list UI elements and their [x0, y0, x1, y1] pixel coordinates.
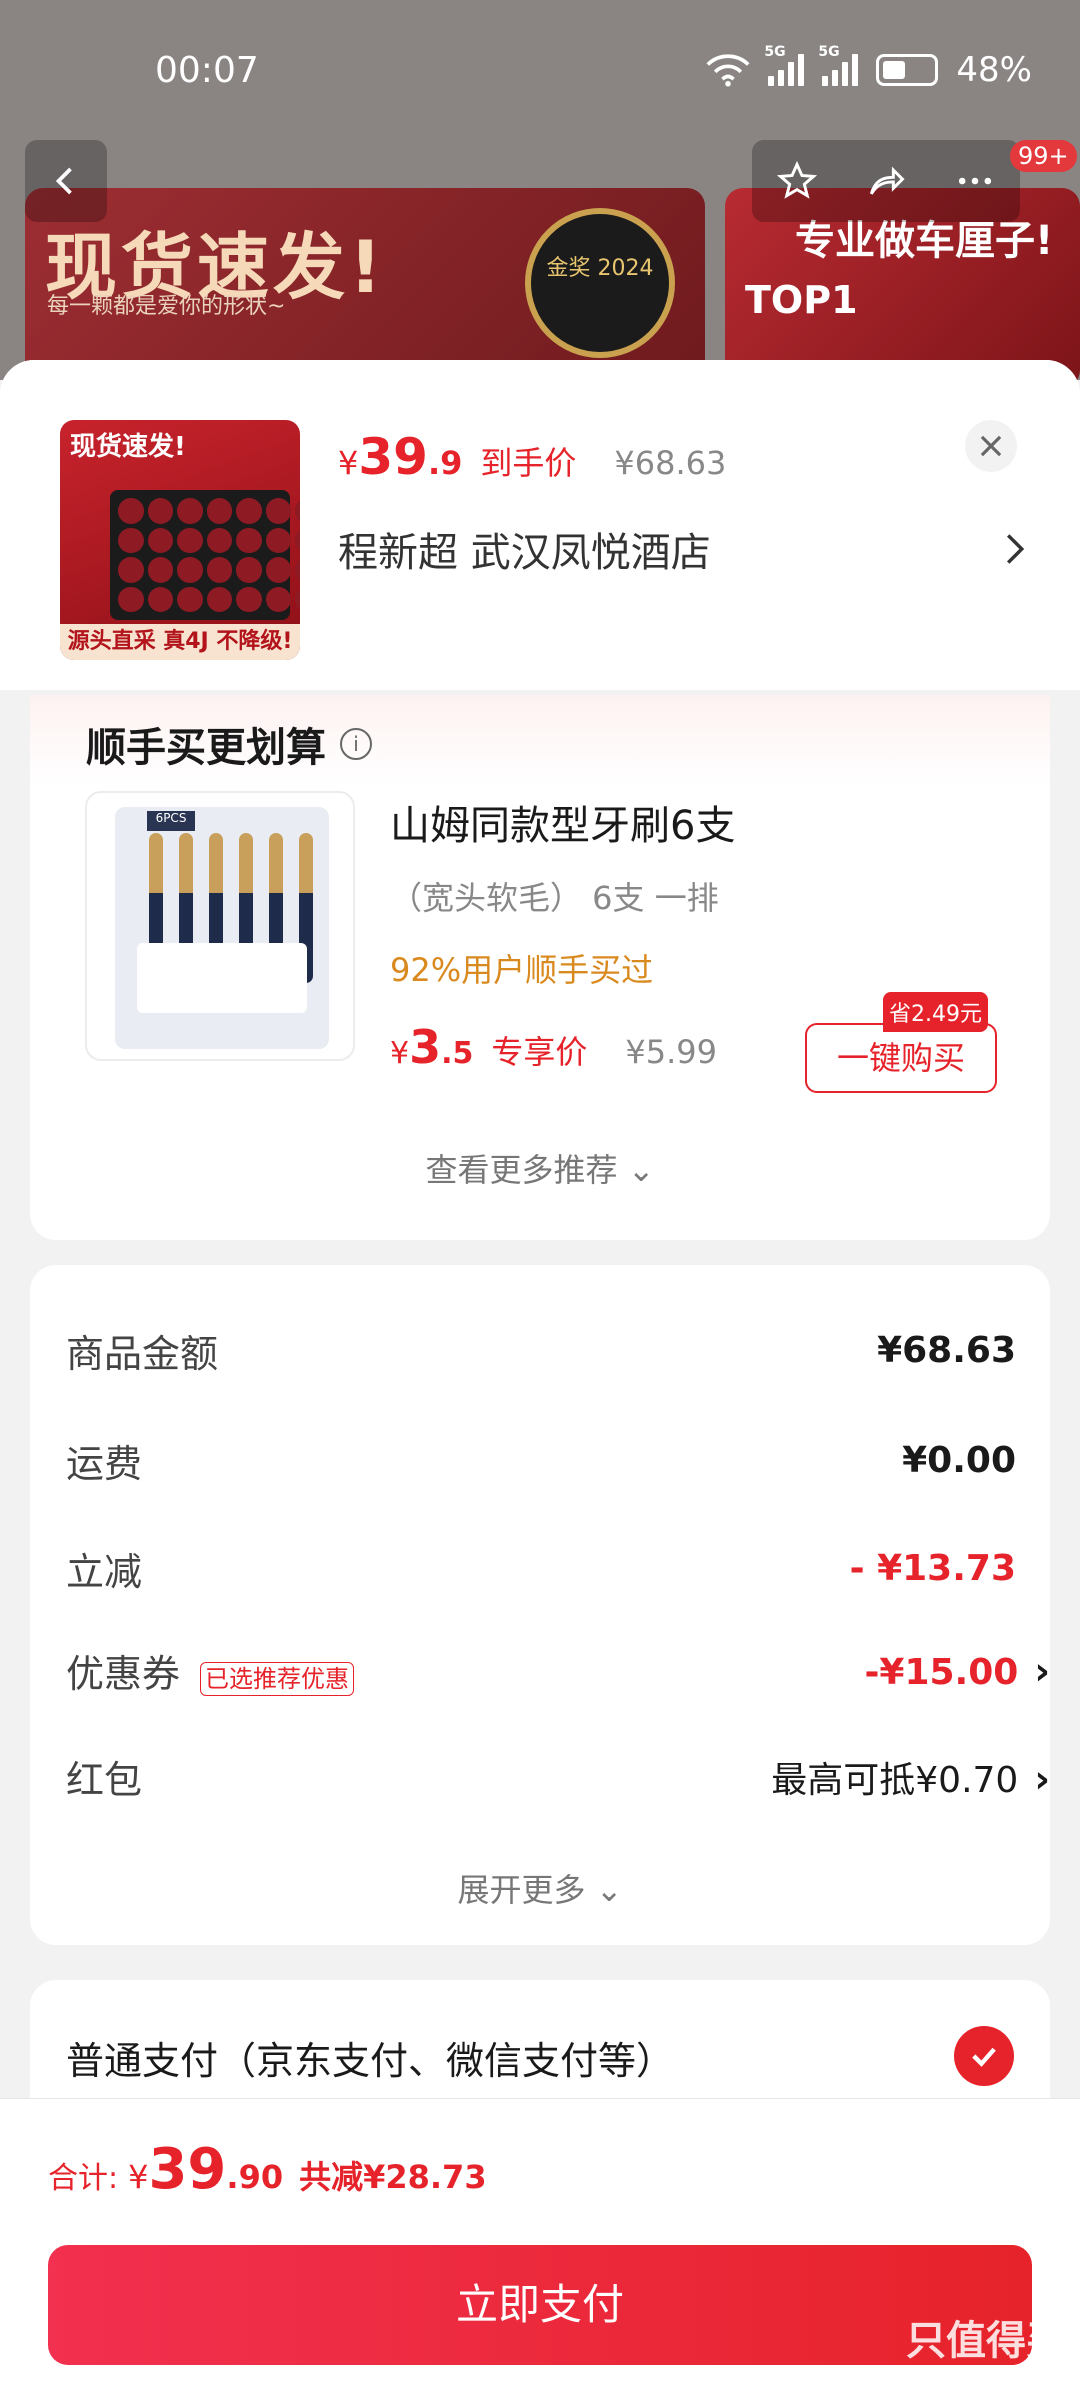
- pay-now-button[interactable]: 立即支付: [48, 2245, 1032, 2365]
- bottom-bar: 合计: ¥ 39 .90 共减¥28.73 立即支付 只值得买 zhizhizh…: [0, 2098, 1080, 2400]
- original-price: ¥68.63: [614, 444, 727, 482]
- one-click-buy-button[interactable]: 一键购买: [805, 1023, 997, 1093]
- chevron-right-icon: ›: [1034, 1756, 1050, 1801]
- gold-medal-badge: 金奖 2024: [525, 208, 675, 358]
- shipping-value: ¥0.00: [902, 1440, 1016, 1481]
- notification-badge: 99+: [1010, 140, 1077, 172]
- total-row: 合计: ¥ 39 .90 共减¥28.73: [48, 2137, 487, 2202]
- final-price: ¥ 39 .9 到手价 ¥68.63: [338, 428, 726, 486]
- goods-amount-value: ¥68.63: [877, 1330, 1016, 1371]
- total-label: 合计:: [48, 2161, 119, 2196]
- info-icon[interactable]: i: [340, 728, 372, 760]
- cherry-box-image: [110, 490, 300, 620]
- more-recommend-text: 查看更多推荐: [425, 1151, 618, 1189]
- redpacket-value: 最高可抵¥0.70: [771, 1759, 1019, 1801]
- expand-more-link[interactable]: 展开更多 ⌄: [30, 1865, 1050, 1911]
- network-type: 5G: [764, 44, 786, 60]
- check-icon[interactable]: [954, 2026, 1014, 2086]
- coupon-tag: 已选推荐优惠: [200, 1662, 355, 1696]
- expand-more-text: 展开更多: [457, 1871, 586, 1909]
- more-icon[interactable]: [953, 159, 997, 203]
- checkout-sheet: 现货速发! 源头直采 真4J 不降级! ¥ 39 .9 到手价 ¥68.63 程…: [0, 360, 1080, 2400]
- banner-left: 现货速发! 每一颗都是爱你的形状~ 金奖 2024: [25, 188, 705, 380]
- toothbrush-image[interactable]: 6PCS: [85, 791, 355, 1061]
- thumb-top-text: 现货速发!: [70, 432, 186, 462]
- watermark: 只值得买 zhizhizhi.com: [906, 2308, 1066, 2390]
- coupon-value: -¥15.00: [864, 1651, 1019, 1693]
- back-button[interactable]: [25, 140, 107, 222]
- total-saved: 共减¥28.73: [299, 2158, 487, 2196]
- status-icons: 5G 5G 48%: [706, 44, 1032, 90]
- recommend-item-spec: （宽头软毛） 6支 一排: [390, 879, 719, 917]
- total-symbol: ¥: [128, 2158, 149, 2196]
- save-badge: 省2.49元: [883, 992, 988, 1032]
- chevron-left-icon: [55, 167, 72, 195]
- chevron-down-icon: ⌄: [595, 1871, 623, 1909]
- banner-right-top: TOP1: [745, 278, 858, 322]
- fee-card: 商品金额 ¥68.63 运费 ¥0.00 立减 - ¥13.73 优惠券 已选推荐…: [30, 1265, 1050, 1945]
- recommend-title-text: 顺手买更划算: [86, 725, 326, 771]
- status-time: 00:07: [155, 50, 259, 91]
- more-recommend-link[interactable]: 查看更多推荐 ⌄: [30, 1145, 1050, 1191]
- status-bar: 00:07 5G 5G 48%: [0, 0, 1080, 140]
- recommend-price: ¥ 3 .5 专享价 ¥5.99: [390, 1020, 717, 1074]
- battery-icon: [876, 54, 939, 86]
- goods-amount-label: 商品金额: [66, 1332, 219, 1376]
- discount-value: - ¥13.73: [849, 1548, 1016, 1589]
- chevron-right-icon: ›: [1034, 1648, 1050, 1693]
- total-decimal: .90: [226, 2158, 284, 2196]
- address-selector[interactable]: 程新超 武汉凤悦酒店: [338, 520, 1028, 578]
- product-thumbnail: 现货速发! 源头直采 真4J 不降级!: [60, 420, 300, 660]
- goods-amount-row: 商品金额 ¥68.63: [66, 1323, 1016, 1378]
- recommend-price-decimal: .5: [441, 1036, 474, 1071]
- discount-label: 立减: [66, 1550, 143, 1594]
- address-text: 程新超 武汉凤悦酒店: [338, 530, 711, 576]
- pack-label: 6PCS: [147, 811, 195, 831]
- watermark-title: 只值得买: [906, 2318, 1066, 2364]
- close-button[interactable]: [965, 420, 1017, 472]
- payment-method: 普通支付（京东支付、微信支付等）: [66, 2039, 675, 2083]
- chevron-right-icon: [1006, 534, 1025, 564]
- recommend-price-integer: 3: [409, 1020, 442, 1074]
- star-icon[interactable]: [775, 159, 819, 203]
- shipping-label: 运费: [66, 1442, 143, 1486]
- price-integer: 39: [358, 428, 428, 486]
- recommend-item-name[interactable]: 山姆同款型牙刷6支: [390, 793, 735, 851]
- shipping-row: 运费 ¥0.00: [66, 1433, 1016, 1488]
- recommend-card: 顺手买更划算 i 6PCS 山姆同款型牙刷6支 （宽头软毛） 6支 一排 92%…: [30, 695, 1050, 1240]
- network-type-2: 5G: [818, 44, 840, 60]
- top-actions: [752, 140, 1020, 222]
- share-icon[interactable]: [864, 159, 908, 203]
- signal-icon-2: 5G: [818, 44, 859, 86]
- recommend-price-label: 专享价: [491, 1033, 588, 1071]
- wifi-icon: [706, 54, 750, 87]
- price-decimal: .9: [427, 444, 463, 482]
- recommend-price-symbol: ¥: [390, 1036, 410, 1071]
- recommend-original-price: ¥5.99: [625, 1033, 718, 1071]
- banner-left-subtitle: 每一颗都是爱你的形状~: [47, 294, 286, 319]
- discount-row: 立减 - ¥13.73: [66, 1541, 1016, 1596]
- signal-icon: 5G: [764, 44, 805, 86]
- product-summary: 现货速发! 源头直采 真4J 不降级! ¥ 39 .9 到手价 ¥68.63 程…: [0, 360, 1080, 690]
- chevron-down-icon: ⌄: [627, 1151, 655, 1189]
- watermark-url: zhizhizhi.com: [930, 2366, 1066, 2390]
- price-symbol: ¥: [338, 444, 359, 482]
- price-label: 到手价: [480, 444, 577, 482]
- total-integer: 39: [148, 2137, 227, 2202]
- coupon-label: 优惠券: [66, 1652, 181, 1696]
- redpacket-row[interactable]: 红包 最高可抵¥0.70 ›: [66, 1749, 1050, 1804]
- battery-percent: 48%: [956, 50, 1032, 90]
- recommend-title: 顺手买更划算 i: [86, 715, 372, 773]
- recommend-buy-rate: 92%用户顺手买过: [390, 951, 654, 989]
- redpacket-label: 红包: [66, 1758, 143, 1802]
- close-icon: [980, 435, 1002, 457]
- coupon-row[interactable]: 优惠券 已选推荐优惠 -¥15.00 ›: [66, 1643, 1050, 1698]
- thumb-bottom-text: 源头直采 真4J 不降级!: [60, 624, 300, 660]
